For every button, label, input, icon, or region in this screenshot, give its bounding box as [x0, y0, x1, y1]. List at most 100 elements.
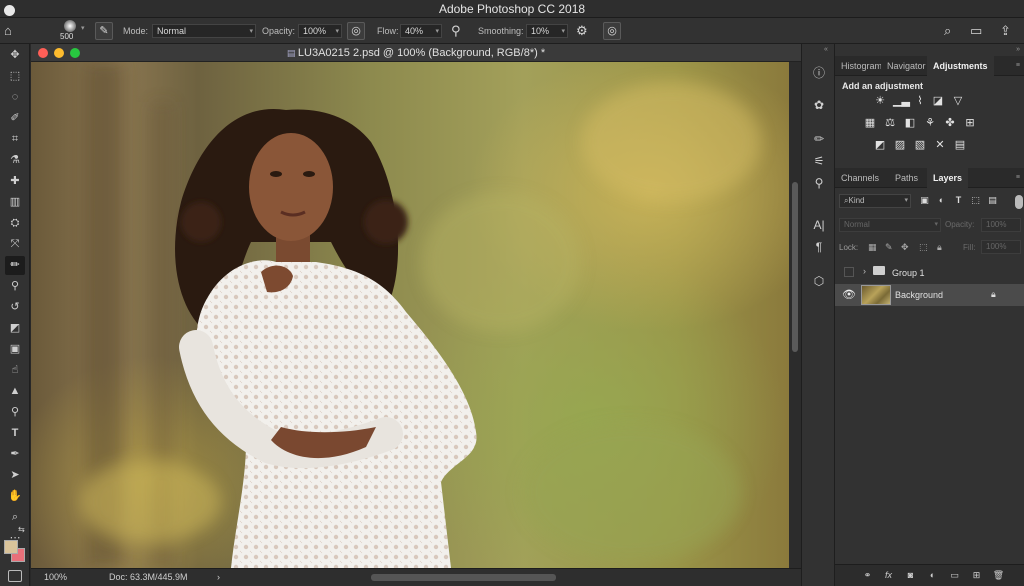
brush-preset-picker[interactable]: 500 ▾	[56, 20, 86, 42]
crop-tool-icon[interactable]: ⌗	[5, 130, 25, 149]
blend-mode-select[interactable]: Normal ▾	[839, 218, 941, 232]
lock-all-icon[interactable]: 🔒︎	[937, 242, 942, 253]
panel-menu-icon[interactable]: ≡	[1016, 62, 1020, 69]
visibility-toggle[interactable]	[844, 267, 854, 277]
eye-icon[interactable]: 👁︎	[842, 288, 856, 301]
horizontal-scrollbar-thumb[interactable]	[371, 574, 556, 581]
kind-filter-select[interactable]: ⌕Kind ▾	[839, 194, 911, 208]
pen-tool-icon[interactable]: ✒	[5, 445, 25, 464]
threshold-icon[interactable]: ▧	[913, 138, 927, 152]
workspace-icon[interactable]: ▭	[970, 22, 982, 40]
quick-mask-icon[interactable]	[8, 570, 22, 582]
panel-menu-icon[interactable]: ≡	[1016, 174, 1020, 181]
lasso-tool-icon[interactable]: ◌	[5, 88, 25, 107]
add-mask-icon[interactable]: ◙	[904, 569, 917, 582]
lock-transparent-icon[interactable]: ▦	[868, 242, 877, 253]
gradient-map-icon[interactable]: ▤	[953, 138, 967, 152]
color-balance-icon[interactable]: ⚖	[883, 116, 897, 130]
mode-select[interactable]: Normal ▾	[152, 24, 256, 38]
marquee-tool-icon[interactable]: ⬚	[5, 67, 25, 86]
vertical-scrollbar[interactable]	[789, 62, 801, 568]
lock-image-icon[interactable]: ✎	[885, 242, 893, 253]
brush-tool-icon[interactable]: ✏	[5, 256, 25, 275]
clone-source-icon[interactable]: ⚲	[810, 174, 828, 192]
clone-stamp-band-icon[interactable]: ▥	[5, 193, 25, 212]
layer-row-group-1[interactable]: › Group 1	[835, 262, 1024, 284]
tab-paths[interactable]: Paths	[889, 168, 924, 188]
pressure-opacity-button[interactable]: ◎	[347, 22, 365, 40]
filter-toggle[interactable]	[1015, 195, 1023, 209]
history-brush-tool-icon[interactable]: ↺	[5, 298, 25, 317]
adjustment-filter-icon[interactable]: ◐	[936, 195, 947, 206]
brush-settings-button[interactable]: ✎	[95, 22, 113, 40]
collapse-dock-icon[interactable]: «	[824, 46, 828, 53]
type-tool-icon[interactable]: T	[5, 424, 25, 443]
pressure-size-button[interactable]: ◎	[603, 22, 621, 40]
black-white-icon[interactable]: ◧	[903, 116, 917, 130]
lock-position-icon[interactable]: ✥	[901, 242, 909, 253]
tool-presets-icon[interactable]: ⚟	[810, 152, 828, 170]
gear-icon[interactable]: ⚙	[576, 22, 588, 40]
layer-opacity-input[interactable]: 100%	[981, 218, 1021, 232]
tab-navigator[interactable]: Navigator	[881, 56, 932, 76]
new-layer-icon[interactable]: ⊞	[970, 569, 983, 582]
quick-selection-tool-icon[interactable]: ✐	[5, 109, 25, 128]
airbrush-icon[interactable]: ⚲	[451, 22, 461, 40]
smart-object-filter-icon[interactable]: ▤	[987, 195, 998, 206]
gradient-tool-icon[interactable]: ▣	[5, 340, 25, 359]
brightness-contrast-icon[interactable]: ☀	[873, 94, 887, 108]
color-palette-icon[interactable]: ✿	[810, 96, 828, 114]
fx-icon[interactable]: fx	[882, 569, 895, 582]
layer-name[interactable]: Background	[895, 290, 943, 300]
link-layers-icon[interactable]: ⚭	[861, 569, 874, 582]
sharpen-tool-icon[interactable]: ▲	[5, 382, 25, 401]
tab-channels[interactable]: Channels	[835, 168, 885, 188]
chevron-right-icon[interactable]: ›	[217, 572, 220, 582]
patch-tool-icon[interactable]: ⛭	[5, 214, 25, 233]
home-icon[interactable]: ⌂	[4, 22, 12, 40]
swap-colors-icon[interactable]: ⇆	[18, 525, 25, 534]
tab-histogram[interactable]: Histogram	[835, 56, 887, 76]
hue-saturation-icon[interactable]: ▦	[863, 116, 877, 130]
brush-presets-icon[interactable]: ✏	[810, 130, 828, 148]
foreground-color-swatch[interactable]	[4, 540, 18, 554]
posterize-icon[interactable]: ▨	[893, 138, 907, 152]
tab-adjustments[interactable]: Adjustments	[927, 56, 994, 76]
transform-tool-icon[interactable]: ⤧	[5, 235, 25, 254]
layer-name[interactable]: Group 1	[892, 268, 925, 278]
eraser-tool-icon[interactable]: ◩	[5, 319, 25, 338]
path-selection-tool-icon[interactable]: ➤	[5, 466, 25, 485]
photo-filter-icon[interactable]: ⚘	[923, 116, 937, 130]
character-icon[interactable]: A|	[810, 216, 828, 234]
layer-row-background[interactable]: 👁︎ Background 🔒︎	[835, 284, 1024, 306]
eyedropper-tool-icon[interactable]: ⚗	[5, 151, 25, 170]
color-lookup-icon[interactable]: ⊞	[963, 116, 977, 130]
exposure-icon[interactable]: ◪	[931, 94, 945, 108]
tab-layers[interactable]: Layers	[927, 168, 969, 188]
zoom-level[interactable]: 100%	[44, 572, 67, 582]
paragraph-icon[interactable]: ¶	[810, 238, 828, 256]
collapse-panels-icon[interactable]: »	[1016, 46, 1020, 53]
scrollbar-thumb[interactable]	[792, 182, 798, 352]
chevron-right-icon[interactable]: ›	[863, 266, 866, 276]
hand-tool-icon[interactable]: ✋	[5, 487, 25, 506]
trash-icon[interactable]: 🗑︎	[992, 569, 1005, 582]
stamp-tool-icon[interactable]: ⚲	[5, 277, 25, 296]
levels-icon[interactable]: ▁▃	[893, 94, 910, 108]
smudge-tool-icon[interactable]: ☝	[5, 361, 25, 380]
3d-cube-icon[interactable]: ⬡	[810, 272, 828, 290]
move-tool-icon[interactable]: ✥	[5, 46, 25, 65]
flow-input[interactable]: 40% ▾	[400, 24, 442, 38]
new-group-icon[interactable]: ▭	[948, 569, 961, 582]
pixel-filter-icon[interactable]: ▣	[919, 195, 930, 206]
search-icon[interactable]: ⌕	[944, 22, 951, 40]
share-icon[interactable]: ⇪	[1000, 22, 1011, 40]
channel-mixer-icon[interactable]: ✤	[943, 116, 957, 130]
smoothing-input[interactable]: 10% ▾	[526, 24, 568, 38]
document-canvas[interactable]	[31, 62, 789, 568]
selective-color-icon[interactable]: ✕	[933, 138, 947, 152]
curves-icon[interactable]: ⌇	[913, 94, 927, 108]
healing-brush-tool-icon[interactable]: ✚	[5, 172, 25, 191]
info-icon[interactable]: ⓘ	[810, 64, 828, 82]
vibrance-icon[interactable]: ▽	[951, 94, 965, 108]
